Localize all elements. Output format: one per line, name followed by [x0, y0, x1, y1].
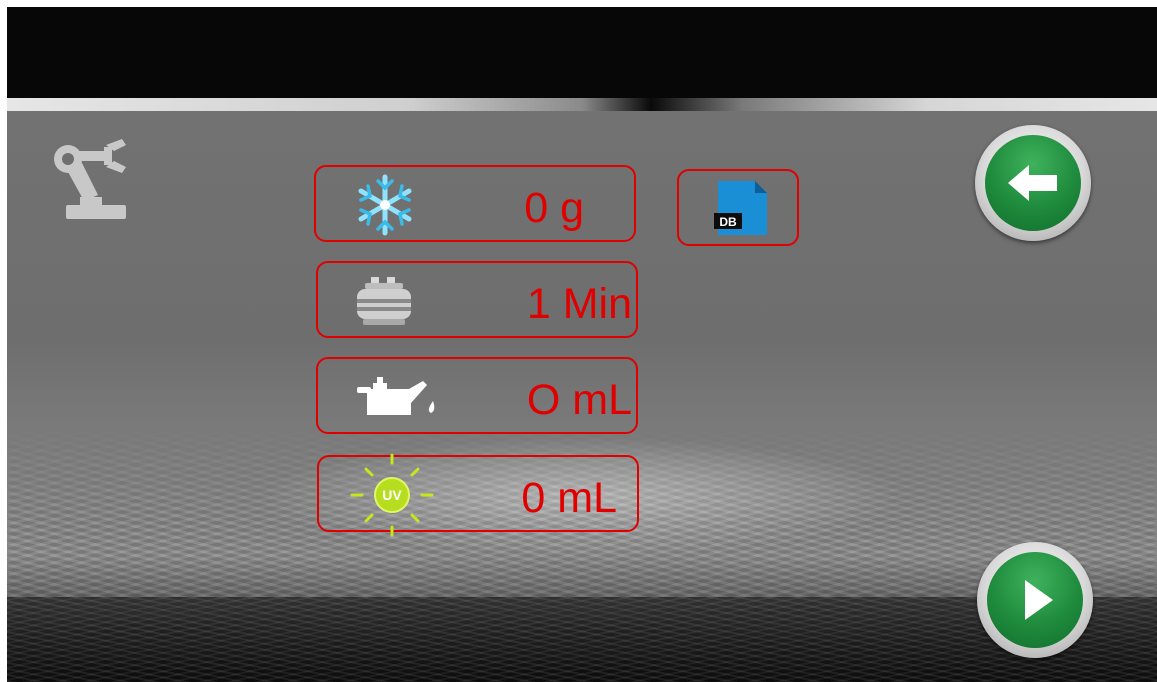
oil-amount-row[interactable]: O mL [316, 357, 638, 434]
back-button[interactable] [975, 125, 1091, 241]
robot-arm-icon[interactable] [52, 137, 132, 222]
oil-amount-value: O mL [526, 376, 632, 424]
vacuum-time-row[interactable]: 1 Min [316, 261, 638, 338]
database-button[interactable]: DB [677, 169, 799, 246]
app-screen: 0 g 1 Min O mL UV 0 mL DB [7, 7, 1157, 682]
start-button[interactable] [977, 542, 1093, 658]
vacuum-pump-icon [353, 275, 415, 327]
database-file-icon: DB [714, 181, 767, 235]
oil-can-icon [353, 375, 438, 423]
uv-label: UV [382, 487, 402, 503]
arrow-left-icon [1008, 165, 1057, 201]
refrigerant-amount-value: 0 g [524, 184, 584, 232]
uv-dye-row[interactable]: UV 0 mL [317, 453, 639, 537]
play-icon [1025, 580, 1053, 620]
refrigerant-amount-row[interactable]: 0 g [314, 165, 636, 242]
uv-light-icon: UV [347, 451, 437, 539]
vacuum-time-value: 1 Min [526, 280, 632, 328]
db-label: DB [719, 215, 737, 229]
uv-dye-value: 0 mL [521, 474, 617, 522]
top-bar [7, 7, 1157, 98]
snowflake-icon [354, 174, 416, 236]
top-divider [7, 98, 1157, 111]
